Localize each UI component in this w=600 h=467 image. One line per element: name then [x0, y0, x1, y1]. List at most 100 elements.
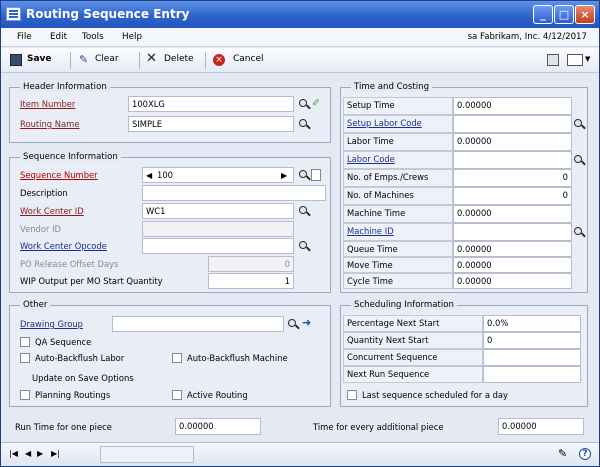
save-button[interactable]: Save [27, 54, 52, 64]
maximize-button[interactable]: □ [554, 5, 574, 24]
arrow-right-icon[interactable]: ➜ [302, 317, 314, 329]
lookup-icon[interactable] [298, 205, 310, 217]
concurrent-sequence-label: Concurrent Sequence [343, 349, 483, 366]
next-run-sequence-label: Next Run Sequence [343, 366, 483, 383]
work-center-id-field[interactable]: WC1 [142, 203, 294, 219]
quantity-next-start-field[interactable]: 0 [483, 332, 581, 349]
setup-labor-code-field[interactable] [453, 115, 572, 133]
menu-edit[interactable]: Edit [50, 32, 67, 42]
group-title: Other [20, 300, 51, 310]
lookup-icon[interactable] [298, 240, 310, 252]
emps-crews-field[interactable]: 0 [453, 169, 572, 187]
company-date: sa Fabrikam, Inc. 4/12/2017 [467, 32, 587, 42]
labor-code-field[interactable] [453, 151, 572, 169]
menu-file[interactable]: File [17, 32, 32, 42]
help-icon[interactable]: ? [579, 448, 591, 460]
lookup-icon[interactable] [573, 226, 585, 238]
work-center-opcode-field[interactable] [142, 238, 294, 254]
description-label: Description [20, 188, 68, 198]
qa-sequence-checkbox[interactable] [20, 337, 30, 347]
work-center-id-link[interactable]: Work Center ID [20, 206, 84, 216]
window-title: Routing Sequence Entry [26, 7, 190, 21]
window: Routing Sequence Entry _ □ × File Edit T… [0, 0, 600, 467]
note-icon[interactable]: ✎ [558, 448, 570, 460]
planning-routings-label: Planning Routings [35, 390, 111, 400]
machines-label: No. of Machines [343, 187, 453, 205]
drawing-group-field[interactable] [112, 316, 284, 332]
group-title: Scheduling Information [351, 300, 457, 310]
sequence-number-field[interactable]: 100 [142, 167, 294, 183]
work-center-opcode-link[interactable]: Work Center Opcode [20, 241, 107, 251]
setup-time-label: Setup Time [343, 97, 453, 115]
labor-time-label: Labor Time [343, 133, 453, 151]
move-time-label: Move Time [343, 257, 453, 273]
delete-button[interactable]: Delete [164, 54, 194, 64]
group-title: Sequence Information [20, 152, 121, 162]
labor-code-link[interactable]: Labor Code [343, 151, 453, 169]
po-release-offset-field: 0 [208, 256, 294, 272]
routing-name-link[interactable]: Routing Name [20, 119, 79, 129]
item-number-link[interactable]: Item Number [20, 99, 75, 109]
machine-id-link[interactable]: Machine ID [343, 223, 453, 241]
active-routing-label: Active Routing [187, 390, 248, 400]
cancel-icon: × [213, 54, 225, 66]
labor-time-field[interactable]: 0.00000 [453, 133, 572, 151]
active-routing-checkbox[interactable] [172, 390, 182, 400]
menu-tools[interactable]: Tools [82, 32, 104, 42]
next-run-sequence-field[interactable] [483, 366, 581, 383]
setup-labor-code-link[interactable]: Setup Labor Code [343, 115, 453, 133]
routing-name-field[interactable]: SIMPLE [128, 116, 294, 132]
save-icon [10, 54, 22, 66]
first-record-icon[interactable]: |◀ [9, 449, 19, 461]
chevron-down-icon[interactable]: ▼ [585, 55, 593, 67]
lookup-icon[interactable] [298, 169, 310, 181]
sequence-number-label[interactable]: Sequence Number [20, 170, 98, 180]
close-button[interactable]: × [575, 5, 595, 24]
machine-time-field[interactable]: 0.00000 [453, 205, 572, 223]
planning-routings-checkbox[interactable] [20, 390, 30, 400]
percentage-next-start-field[interactable]: 0.0% [483, 315, 581, 332]
previous-sequence-icon[interactable]: ◀ [146, 170, 154, 182]
cycle-time-field[interactable]: 0.00000 [453, 273, 572, 289]
move-time-field[interactable]: 0.00000 [453, 257, 572, 273]
item-number-field[interactable]: 100XLG [128, 96, 294, 112]
setup-time-field[interactable]: 0.00000 [453, 97, 572, 115]
item-options-icon[interactable]: ✐ [312, 98, 324, 110]
qa-sequence-label: QA Sequence [35, 337, 92, 347]
auto-backflush-machine-label: Auto-Backflush Machine [187, 353, 288, 363]
lookup-icon[interactable] [298, 118, 310, 130]
print-icon[interactable] [547, 54, 559, 66]
lookup-icon[interactable] [298, 98, 310, 110]
machines-field[interactable]: 0 [453, 187, 572, 205]
last-sequence-checkbox[interactable] [347, 390, 357, 400]
quantity-next-start-label: Quantity Next Start [343, 332, 483, 349]
next-sequence-icon[interactable]: ▶ [281, 170, 289, 182]
cancel-button[interactable]: Cancel [233, 54, 264, 64]
minimize-button[interactable]: _ [533, 5, 553, 24]
drawing-group-link[interactable]: Drawing Group [20, 319, 83, 329]
sequence-information-group: Sequence Information Sequence Number 100… [9, 152, 331, 293]
lookup-icon[interactable] [573, 154, 585, 166]
vendor-id-label: Vendor ID [20, 224, 62, 234]
status-bar: |◀ ◀ ▶ ▶| ✎ ? [1, 442, 599, 466]
auto-backflush-labor-checkbox[interactable] [20, 353, 30, 363]
concurrent-sequence-field[interactable] [483, 349, 581, 366]
auto-backflush-machine-checkbox[interactable] [172, 353, 182, 363]
lookup-icon[interactable] [287, 318, 299, 330]
separator [70, 52, 71, 69]
description-field[interactable] [142, 185, 326, 201]
menu-help[interactable]: Help [122, 32, 142, 42]
lookup-icon[interactable] [573, 118, 585, 130]
last-record-icon[interactable]: ▶| [51, 449, 61, 461]
clear-button[interactable]: Clear [95, 54, 119, 64]
note-icon[interactable] [311, 169, 321, 181]
queue-time-field[interactable]: 0.00000 [453, 241, 572, 257]
next-record-icon[interactable]: ▶ [37, 449, 45, 461]
update-on-save-label: Update on Save Options [32, 373, 134, 383]
wip-output-field[interactable]: 1 [208, 273, 294, 289]
window-options-icon[interactable] [567, 54, 583, 66]
po-release-offset-label: PO Release Offset Days [20, 259, 119, 269]
machine-id-field[interactable] [453, 223, 572, 241]
percentage-next-start-label: Percentage Next Start [343, 315, 483, 332]
previous-record-icon[interactable]: ◀ [25, 449, 33, 461]
